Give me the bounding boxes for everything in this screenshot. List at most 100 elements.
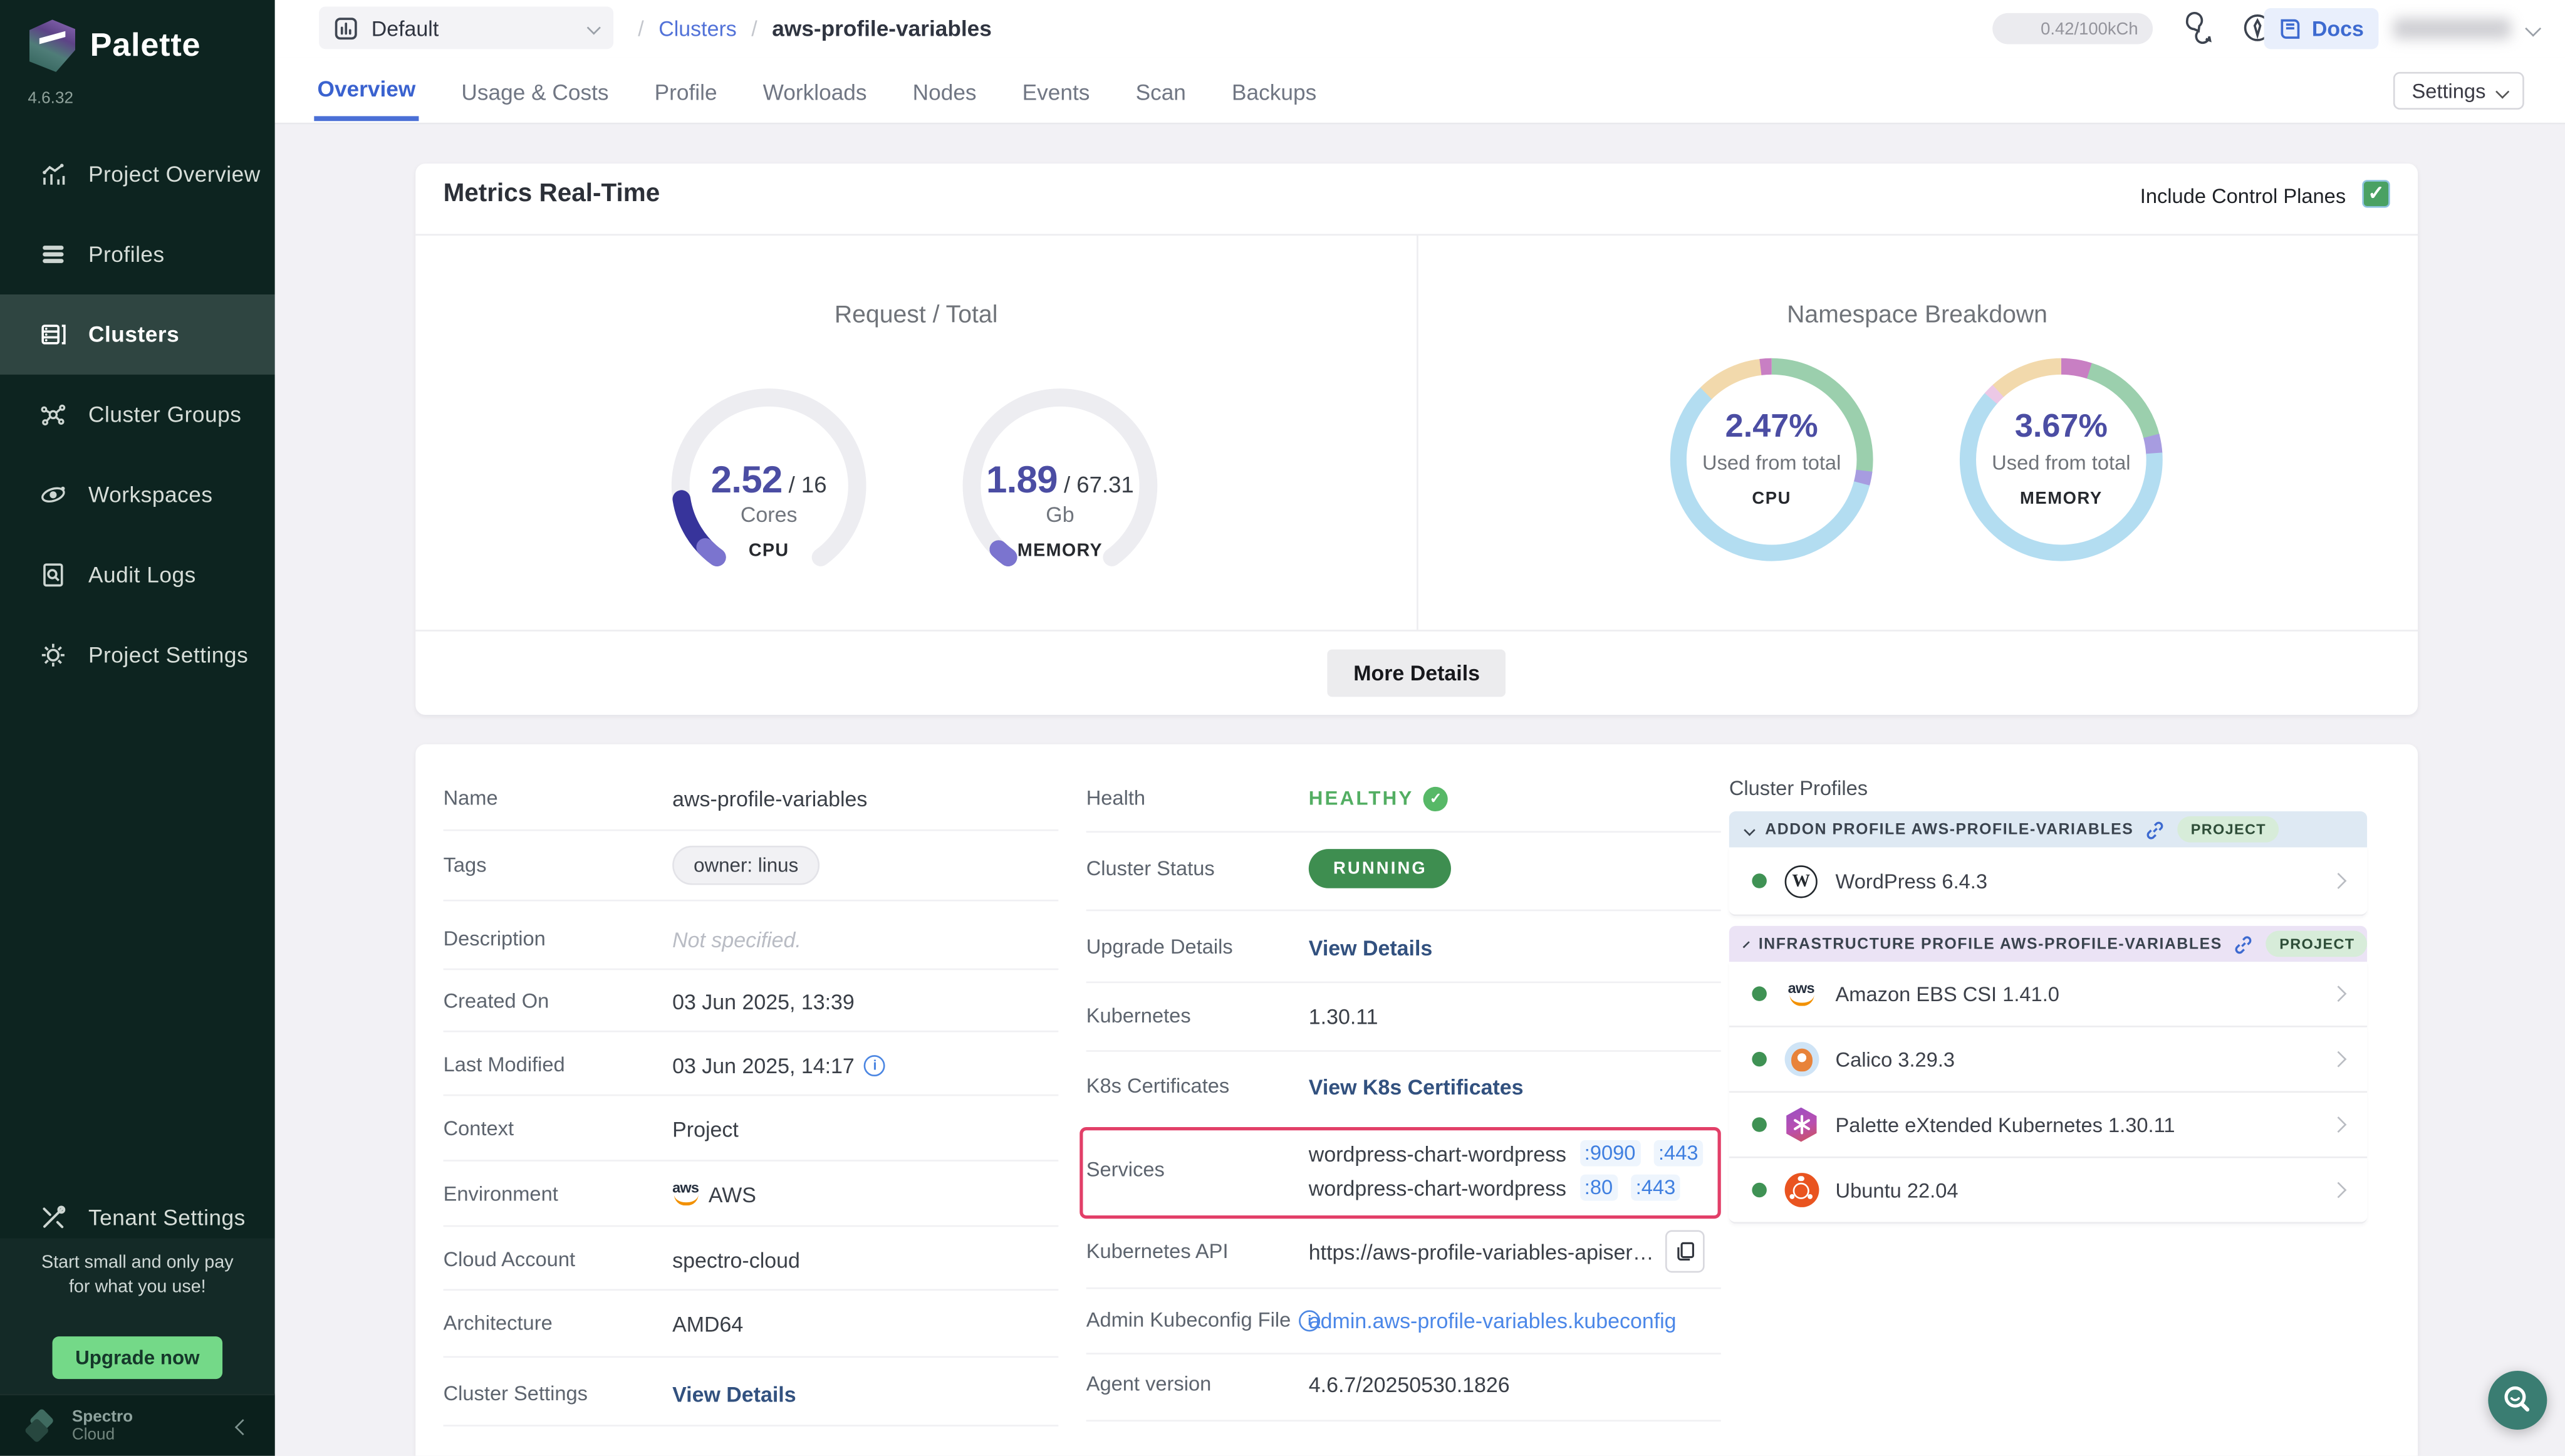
docs-button[interactable]: Docs [2264,8,2378,49]
cluster-profiles-title: Cluster Profiles [1729,777,1868,800]
sidebar-item-clusters[interactable]: Clusters [0,294,275,375]
view-k8s-certificates-link[interactable]: View K8s Certificates [1309,1074,1524,1098]
tab-overview[interactable]: Overview [314,59,419,121]
support-button[interactable] [2488,1371,2547,1430]
tab-events[interactable]: Events [1019,61,1093,118]
service-port-link[interactable]: :80 [1579,1175,1618,1201]
sidebar-item-cluster-groups[interactable]: Cluster Groups [0,375,275,455]
view-details-link[interactable]: View Details [672,1381,796,1406]
more-details-button[interactable]: More Details [1327,650,1506,697]
settings-button[interactable]: Settings [2394,72,2524,110]
service-port-link[interactable]: :9090 [1579,1140,1640,1167]
tab-workloads[interactable]: Workloads [759,61,870,118]
chat-icon[interactable] [2180,10,2216,46]
tab-backups[interactable]: Backups [1229,61,1320,118]
profile-row-pxk[interactable]: Palette eXtended Kubernetes 1.30.11 [1729,1093,2367,1158]
row-label: K8s Certificates [1086,1074,1309,1098]
docs-label: Docs [2312,16,2364,41]
cpu-donut-label: CPU [1667,489,1876,509]
app-root: Palette 4.6.32 Project Overview Profiles [0,0,2565,1456]
sidebar-item-profiles[interactable]: Profiles [0,214,275,294]
row-value: 4.6.7/20250530.1826 [1309,1371,1510,1396]
row-label: Health [1086,787,1309,810]
namespace-breakdown-title: Namespace Breakdown [1417,301,2418,328]
divider [1417,236,1418,630]
status-badge: RUNNING [1309,849,1452,888]
sidebar: Palette 4.6.32 Project Overview Profiles [0,0,275,1456]
include-control-planes-checkbox[interactable] [2362,180,2390,207]
profile-name: Amazon EBS CSI 1.41.0 [1836,982,2059,1006]
profile-name: WordPress 6.4.3 [1836,870,1987,893]
tab-nodes[interactable]: Nodes [909,61,979,118]
tab-scan[interactable]: Scan [1132,61,1189,118]
aws-icon [672,1183,699,1206]
breadcrumb-clusters-link[interactable]: Clusters [658,16,737,41]
row-label: Kubernetes [1086,1004,1309,1027]
row-label: Services [1086,1158,1309,1182]
chevron-right-icon [2331,1051,2347,1068]
service-name: wordpress-chart-wordpress [1309,1141,1566,1165]
row-label: Upgrade Details [1086,935,1309,959]
sidebar-footer: Spectro Cloud [0,1394,275,1456]
tab-profile[interactable]: Profile [651,61,720,118]
main-area: Default Clusters aws-profile-variables 0… [275,0,2565,1456]
row-label: Environment [444,1183,673,1206]
sidebar-item-project-settings[interactable]: Project Settings [0,615,275,695]
detail-row-agent-version: Agent version 4.6.7/20250530.1826 [1086,1366,1721,1401]
kubeconfig-link[interactable]: admin.aws-profile-variables.kubeconfig [1309,1308,1677,1332]
pxk-icon [1786,1108,1817,1142]
collapse-sidebar-button[interactable] [237,1411,249,1440]
status-dot [1752,1052,1766,1066]
chevron-down-icon [1744,824,1755,835]
user-menu[interactable] [2393,18,2511,39]
orbit-icon [39,481,67,509]
cluster-tabs: Overview Usage & Costs Profile Workloads… [275,57,2565,124]
service-port-link[interactable]: :443 [1631,1175,1680,1201]
row-value: aws-profile-variables [672,786,867,811]
promo-text: Start small and only pay [0,1251,275,1276]
detail-row-last-modified: Last Modified 03 Jun 2025, 14:17 [444,1047,1059,1083]
infrastructure-profile-header[interactable]: INFRASTRUCTURE PROFILE AWS-PROFILE-VARIA… [1729,926,2367,962]
sidebar-item-label: Profiles [88,242,165,266]
network-icon [39,401,67,429]
project-selector[interactable]: Default [319,6,613,49]
profile-row-wordpress[interactable]: WordPress 6.4.3 [1729,847,2367,916]
service-port-link[interactable]: :443 [1653,1140,1703,1167]
divider [444,1425,1059,1427]
row-value: Not specified. [672,927,801,951]
sidebar-item-workspaces[interactable]: Workspaces [0,455,275,535]
project-selector-value: Default [372,16,439,40]
breadcrumb: Clusters aws-profile-variables [638,0,992,57]
divider [1086,910,1721,912]
audit-icon [39,561,67,589]
tab-usage-costs[interactable]: Usage & Costs [458,61,612,118]
request-total-title: Request / Total [415,301,1417,328]
row-label: Context [444,1117,673,1140]
service-row: wordpress-chart-wordpress :9090 :443 [1309,1138,1704,1168]
breadcrumb-separator [638,16,643,41]
book-icon [2279,16,2302,41]
profile-name: Calico 3.29.3 [1836,1048,1955,1071]
row-label: Admin Kubeconfig File [1086,1309,1309,1332]
detail-row-context: Context Project [444,1111,1059,1147]
wordpress-icon [1785,865,1818,897]
upgrade-now-button[interactable]: Upgrade now [53,1336,223,1379]
view-details-link[interactable]: View Details [1309,935,1432,959]
metrics-title: Metrics Real-Time [444,180,660,209]
row-label: Kubernetes API [1086,1240,1309,1263]
copy-icon[interactable] [1665,1230,1705,1272]
info-icon[interactable] [864,1054,885,1076]
chevron-down-icon[interactable] [2525,21,2541,37]
brand-line: Cloud [72,1425,133,1443]
divider [415,630,2418,632]
addon-profile-header[interactable]: ADDON PROFILE AWS-PROFILE-VARIABLES PROJ… [1729,811,2367,847]
row-label: Name [444,787,673,810]
sidebar-item-audit-logs[interactable]: Audit Logs [0,535,275,615]
profile-row-ebs[interactable]: Amazon EBS CSI 1.41.0 [1729,962,2367,1027]
profile-header-label: INFRASTRUCTURE PROFILE AWS-PROFILE-VARIA… [1759,935,2222,953]
divider [1086,1353,1721,1355]
profile-row-ubuntu[interactable]: Ubuntu 22.04 [1729,1158,2367,1224]
project-badge: PROJECT [2266,931,2368,957]
profile-row-calico[interactable]: Calico 3.29.3 [1729,1027,2367,1093]
sidebar-item-project-overview[interactable]: Project Overview [0,134,275,214]
